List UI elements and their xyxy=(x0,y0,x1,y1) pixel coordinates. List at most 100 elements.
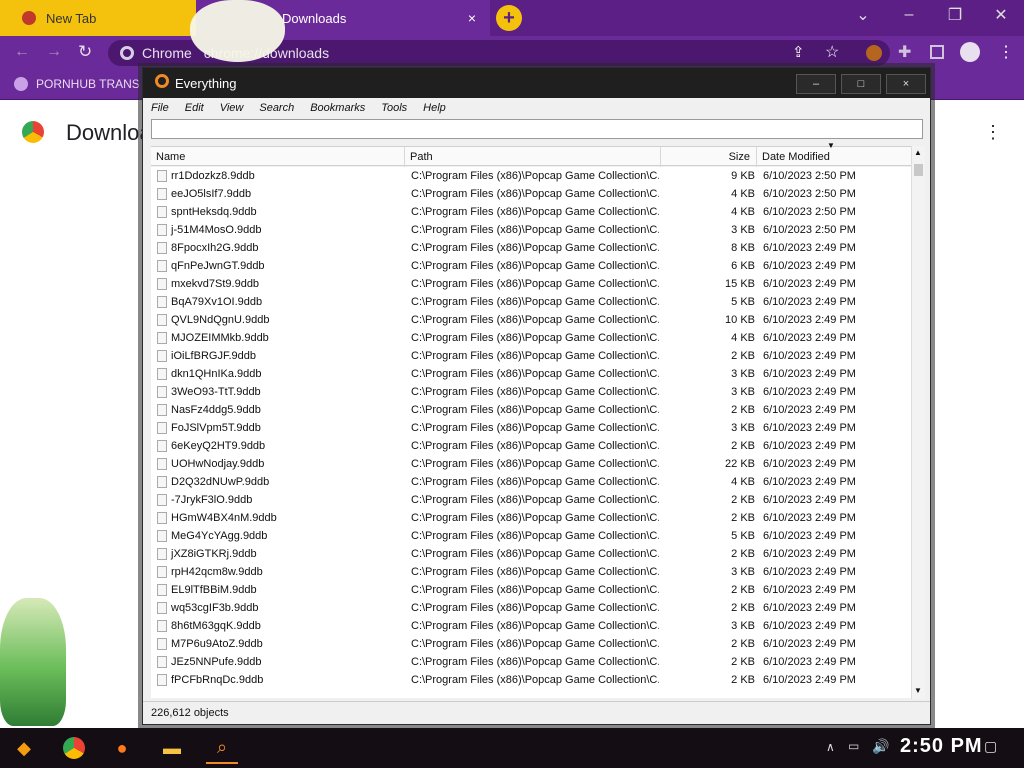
table-row[interactable]: jXZ8iGTKRj.9ddb C:\Program Files (x86)\Po… xyxy=(151,545,911,563)
table-row[interactable]: JEz5NNPufe.9ddb C:\Program Files (x86)\Po… xyxy=(151,653,911,671)
chrome-taskbar-icon[interactable] xyxy=(58,732,90,764)
results-list[interactable]: rr1Ddozkz8.9ddb C:\Program Files (x86)\Po… xyxy=(151,167,911,698)
table-row[interactable]: UOHwNodjay.9ddb C:\Program Files (x86)\Po… xyxy=(151,455,911,473)
network-icon[interactable]: ▭ xyxy=(848,739,859,753)
tab-new-tab[interactable]: New Tab xyxy=(0,0,196,36)
tray-chevron-icon[interactable]: ∧ xyxy=(826,740,835,754)
cell-path: C:\Program Files (x86)\Popcap Game Colle… xyxy=(411,170,659,182)
menu-help[interactable]: Help xyxy=(423,102,446,114)
restore-button[interactable]: ❐ xyxy=(932,0,978,30)
table-row[interactable]: M7P6u9AtoZ.9ddb C:\Program Files (x86)\Po… xyxy=(151,635,911,653)
cell-path: C:\Program Files (x86)\Popcap Game Colle… xyxy=(411,476,659,488)
everything-maximize-button[interactable]: □ xyxy=(841,74,881,94)
firefox-icon[interactable]: ● xyxy=(106,732,138,764)
table-row[interactable]: -7JrykF3lO.9ddb C:\Program Files (x86)\Po… xyxy=(151,491,911,509)
vertical-scrollbar[interactable]: ▲ ▼ xyxy=(911,146,925,699)
cell-path: C:\Program Files (x86)\Popcap Game Colle… xyxy=(411,188,659,200)
cell-date: 6/10/2023 2:49 PM xyxy=(763,242,856,254)
volume-icon[interactable]: 🔊 xyxy=(872,738,889,755)
taskbar-clock[interactable]: 2:50 PM xyxy=(900,735,983,758)
extensions-puzzle-icon[interactable]: ✚ xyxy=(898,42,911,62)
menu-file[interactable]: File xyxy=(151,102,169,114)
share-icon[interactable]: ⇪ xyxy=(792,43,805,61)
table-row[interactable]: D2Q32dNUwP.9ddb C:\Program Files (x86)\Po… xyxy=(151,473,911,491)
table-row[interactable]: FoJSlVpm5T.9ddb C:\Program Files (x86)\Po… xyxy=(151,419,911,437)
close-icon[interactable]: × xyxy=(468,10,476,26)
table-row[interactable]: wq53cgIF3b.9ddb C:\Program Files (x86)\Po… xyxy=(151,599,911,617)
scroll-down-icon[interactable]: ▼ xyxy=(914,686,922,695)
table-row[interactable]: 8h6tM63gqK.9ddb C:\Program Files (x86)\Po… xyxy=(151,617,911,635)
menu-bar: File Edit View Search Bookmarks Tools He… xyxy=(143,98,930,118)
cell-name: 8FpocxIh2G.9ddb xyxy=(171,242,259,254)
column-date-modified[interactable]: Date Modified xyxy=(757,147,911,167)
forward-icon[interactable]: → xyxy=(46,43,62,61)
file-icon xyxy=(157,584,167,596)
table-row[interactable]: QVL9NdQgnU.9ddb C:\Program Files (x86)\Po… xyxy=(151,311,911,329)
everything-taskbar-icon[interactable]: ⌕ xyxy=(206,732,238,764)
column-path[interactable]: Path xyxy=(405,147,661,167)
table-row[interactable]: rpH42qcm8w.9ddb C:\Program Files (x86)\Po… xyxy=(151,563,911,581)
table-row[interactable]: eeJO5lsIf7.9ddb C:\Program Files (x86)\Po… xyxy=(151,185,911,203)
cell-name: j-51M4MosO.9ddb xyxy=(171,224,262,236)
table-row[interactable]: fPCFbRnqDc.9ddb C:\Program Files (x86)\Po… xyxy=(151,671,911,689)
table-row[interactable]: j-51M4MosO.9ddb C:\Program Files (x86)\Po… xyxy=(151,221,911,239)
cell-size: 15 KB xyxy=(725,278,755,290)
menu-search[interactable]: Search xyxy=(259,102,294,114)
bookmark-item[interactable]: PORNHUB TRANS xyxy=(14,77,140,91)
cell-date: 6/10/2023 2:49 PM xyxy=(763,548,856,560)
menu-edit[interactable]: Edit xyxy=(185,102,204,114)
table-row[interactable]: 8FpocxIh2G.9ddb C:\Program Files (x86)\Po… xyxy=(151,239,911,257)
back-icon[interactable]: ← xyxy=(14,43,30,61)
chrome-icon xyxy=(120,46,134,60)
close-button[interactable]: ✕ xyxy=(978,0,1024,30)
table-row[interactable]: dkn1QHnIKa.9ddb C:\Program Files (x86)\Po… xyxy=(151,365,911,383)
table-row[interactable]: MeG4YcYAgg.9ddb C:\Program Files (x86)\Po… xyxy=(151,527,911,545)
downloads-menu-icon[interactable]: ⋮ xyxy=(984,122,1002,143)
everything-minimize-button[interactable]: – xyxy=(796,74,836,94)
scroll-thumb[interactable] xyxy=(914,164,923,176)
table-row[interactable]: iOiLfBRGJF.9ddb C:\Program Files (x86)\Po… xyxy=(151,347,911,365)
table-row[interactable]: spntHeksdq.9ddb C:\Program Files (x86)\Po… xyxy=(151,203,911,221)
everything-close-button[interactable]: × xyxy=(886,74,926,94)
tab-search-icon[interactable]: ⌄ xyxy=(840,0,886,30)
cell-date: 6/10/2023 2:49 PM xyxy=(763,386,856,398)
table-row[interactable]: BqA79Xv1OI.9ddb C:\Program Files (x86)\Po… xyxy=(151,293,911,311)
bookmark-star-icon[interactable]: ☆ xyxy=(825,42,839,62)
browser-menu-icon[interactable]: ⋮ xyxy=(998,42,1014,62)
table-row[interactable]: 3WeO93-TtT.9ddb C:\Program Files (x86)\Po… xyxy=(151,383,911,401)
table-row[interactable]: 6eKeyQ2HT9.9ddb C:\Program Files (x86)\Po… xyxy=(151,437,911,455)
file-icon xyxy=(157,350,167,362)
status-bar: 226,612 objects xyxy=(143,701,930,723)
cell-date: 6/10/2023 2:49 PM xyxy=(763,494,856,506)
cell-path: C:\Program Files (x86)\Popcap Game Colle… xyxy=(411,296,659,308)
table-row[interactable]: NasFz4ddg5.9ddb C:\Program Files (x86)\Po… xyxy=(151,401,911,419)
search-input[interactable] xyxy=(151,119,923,139)
extension-avatar-icon[interactable] xyxy=(866,45,882,61)
profile-avatar-icon[interactable] xyxy=(960,42,980,62)
table-row[interactable]: mxekvd7St9.9ddb C:\Program Files (x86)\Po… xyxy=(151,275,911,293)
table-row[interactable]: qFnPeJwnGT.9ddb C:\Program Files (x86)\Po… xyxy=(151,257,911,275)
menu-view[interactable]: View xyxy=(220,102,244,114)
cell-name: JEz5NNPufe.9ddb xyxy=(171,656,262,668)
reload-icon[interactable]: ↻ xyxy=(78,42,92,62)
column-size[interactable]: Size xyxy=(661,147,757,167)
taskbar xyxy=(0,728,1024,768)
cell-name: HGmW4BX4nM.9ddb xyxy=(171,512,277,524)
file-icon xyxy=(157,548,167,560)
scroll-up-icon[interactable]: ▲ xyxy=(914,148,922,157)
menu-tools[interactable]: Tools xyxy=(381,102,407,114)
table-row[interactable]: rr1Ddozkz8.9ddb C:\Program Files (x86)\Po… xyxy=(151,167,911,185)
table-row[interactable]: EL9lTfBBiM.9ddb C:\Program Files (x86)\Po… xyxy=(151,581,911,599)
cell-date: 6/10/2023 2:49 PM xyxy=(763,584,856,596)
new-tab-button[interactable]: + xyxy=(496,5,522,31)
minimize-button[interactable]: – xyxy=(886,0,932,30)
table-row[interactable]: MJOZEIMMkb.9ddb C:\Program Files (x86)\Po… xyxy=(151,329,911,347)
side-panel-icon[interactable] xyxy=(930,45,944,59)
notification-icon[interactable]: ▢ xyxy=(984,738,997,755)
file-explorer-icon[interactable]: ▬ xyxy=(156,732,188,764)
column-name[interactable]: Name xyxy=(151,147,405,167)
app-icon[interactable]: ◆ xyxy=(8,732,40,764)
menu-bookmarks[interactable]: Bookmarks xyxy=(310,102,365,114)
table-row[interactable]: HGmW4BX4nM.9ddb C:\Program Files (x86)\Po… xyxy=(151,509,911,527)
cell-size: 3 KB xyxy=(731,422,755,434)
